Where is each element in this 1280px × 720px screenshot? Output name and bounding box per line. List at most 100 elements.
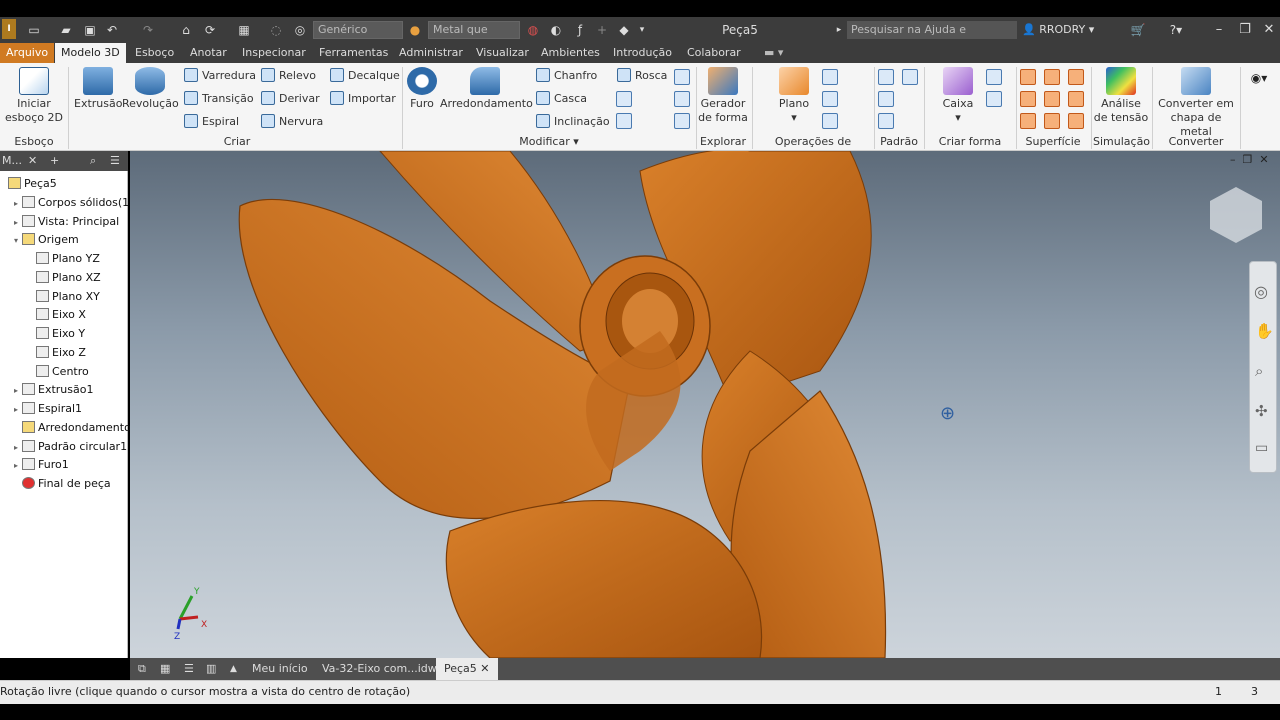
qat-chevron-down-icon[interactable]: ▾ xyxy=(636,20,648,40)
doc-tab-part[interactable]: Peça5 ✕ xyxy=(436,658,498,680)
clear-appearance-icon[interactable]: ◐ xyxy=(548,20,564,40)
tree-node[interactable]: Arredondamento1 xyxy=(0,419,138,437)
tab-modelo-3d[interactable]: Modelo 3D xyxy=(55,43,126,63)
doc-tab-close-icon[interactable]: ✕ xyxy=(480,662,489,675)
update-icon[interactable]: ⟳ xyxy=(202,20,218,40)
tree-node[interactable]: Plano XZ xyxy=(0,269,101,287)
help-search-input[interactable]: Pesquisar na Ajuda e comandos... xyxy=(847,21,1017,54)
freeform-convert-icon[interactable] xyxy=(986,91,1002,107)
redo-icon[interactable]: ↷ xyxy=(140,20,156,40)
decal-button[interactable]: Decalque xyxy=(330,67,400,85)
tree-node[interactable]: ▸ Furo1 xyxy=(0,456,69,474)
thicken-offset-icon[interactable] xyxy=(1020,69,1036,85)
replace-face-icon[interactable] xyxy=(1044,113,1060,129)
tab-colaborar[interactable]: Colaborar xyxy=(681,43,747,63)
sketch-pattern-icon[interactable] xyxy=(878,113,894,129)
tree-node[interactable]: Eixo Y xyxy=(0,325,85,343)
zoom-icon[interactable]: ⌕ xyxy=(1255,362,1263,380)
tree-node[interactable]: ▸ Extrusão1 xyxy=(0,381,93,399)
browser-close-icon[interactable]: ✕ xyxy=(28,151,37,171)
loft-button[interactable]: Transição xyxy=(184,90,254,108)
new-file-icon[interactable]: ▭ xyxy=(26,20,42,40)
ucs-icon[interactable] xyxy=(822,113,838,129)
repair-bodies-icon[interactable] xyxy=(1068,113,1084,129)
tab-arquivo[interactable]: Arquivo xyxy=(0,43,55,63)
plus-icon[interactable]: + xyxy=(594,20,610,40)
freeform-edit-icon[interactable] xyxy=(986,69,1002,85)
browser-menu-icon[interactable]: ☰ xyxy=(110,151,120,171)
plane-button[interactable]: Plano ▾ xyxy=(772,67,816,125)
stitch-icon[interactable] xyxy=(1044,69,1060,85)
start-2d-sketch-button[interactable]: Iniciar esboço 2D xyxy=(4,67,64,125)
expand-icon[interactable]: ▸ xyxy=(14,214,22,232)
tree-node[interactable]: ▸ Vista: Principal xyxy=(0,213,119,231)
shell-button[interactable]: Casca xyxy=(536,90,587,108)
circular-pattern-icon[interactable] xyxy=(878,91,894,107)
maximize-icon[interactable]: ❐ xyxy=(1234,20,1256,40)
expand-icon[interactable]: ▾ xyxy=(14,232,22,250)
tab-esboco[interactable]: Esboço xyxy=(129,43,180,63)
fillet-button[interactable]: Arredondamento xyxy=(440,67,533,111)
tile-horizontal-icon[interactable]: ⧉ xyxy=(130,658,154,680)
appearance-dropdown[interactable]: Genérico xyxy=(313,21,403,39)
expand-icon[interactable]: ▸ xyxy=(14,457,22,475)
box-button[interactable]: Caixa ▾ xyxy=(936,67,980,125)
tile-columns-icon[interactable]: ▥ xyxy=(198,658,224,680)
mirror-icon[interactable] xyxy=(902,69,918,85)
tree-node[interactable]: Eixo X xyxy=(0,306,86,324)
thicken-icon[interactable] xyxy=(616,113,632,129)
material-dropdown[interactable]: Metal que xyxy=(428,21,520,39)
expand-icon[interactable]: ▸ xyxy=(14,439,22,457)
tree-node[interactable]: ▸ Padrão circular1 xyxy=(0,438,127,456)
close-icon[interactable]: ✕ xyxy=(1258,20,1280,40)
minimize-icon[interactable]: – xyxy=(1208,20,1230,40)
tab-visualizar[interactable]: Visualizar xyxy=(470,43,535,63)
import-button[interactable]: Importar xyxy=(330,90,396,108)
look-at-icon[interactable]: ▭ xyxy=(1255,440,1268,456)
orbit-icon[interactable]: ✣ xyxy=(1255,402,1268,420)
viewport-window-controls[interactable]: – ❐ ✕ xyxy=(1230,153,1269,166)
tree-node[interactable]: Plano XY xyxy=(0,288,100,306)
graphics-viewport[interactable]: ◎ ✋ ⌕ ✣ ▭ ⊕ Y X Z – ❐ ✕ xyxy=(130,151,1280,658)
revolve-button[interactable]: Revolução xyxy=(122,67,179,111)
delete-face-icon[interactable] xyxy=(674,113,690,129)
browser-tab-model[interactable]: M... xyxy=(2,151,22,171)
pan-icon[interactable]: ✋ xyxy=(1255,322,1274,340)
tab-ferramentas[interactable]: Ferramentas xyxy=(313,43,394,63)
trim-icon[interactable] xyxy=(1044,91,1060,107)
sculpt-icon[interactable] xyxy=(1068,69,1084,85)
rect-pattern-icon[interactable] xyxy=(878,69,894,85)
home-icon[interactable]: ⌂ xyxy=(178,20,194,40)
undo-icon[interactable]: ↶ xyxy=(104,20,120,40)
derive-button[interactable]: Derivar xyxy=(261,90,320,108)
ruled-surface-icon[interactable] xyxy=(1020,113,1036,129)
measure-icon[interactable]: ◌ xyxy=(268,20,284,40)
search-arrow-icon[interactable]: ▸ xyxy=(834,20,844,40)
panel-modificar-label[interactable]: Modificar ▾ xyxy=(404,134,694,149)
draft-button[interactable]: Inclinação xyxy=(536,113,610,131)
hole-button[interactable]: Furo xyxy=(404,67,440,111)
thread-button[interactable]: Rosca xyxy=(617,67,667,85)
tab-anotar[interactable]: Anotar xyxy=(184,43,233,63)
tree-node[interactable]: ▾ Origem xyxy=(0,231,79,249)
parameters-icon[interactable]: ƒ xyxy=(572,20,588,40)
adjust-icon[interactable]: ◍ xyxy=(525,20,541,40)
move-face-icon[interactable] xyxy=(616,91,632,107)
tile-grid-icon[interactable]: ▦ xyxy=(152,658,178,680)
tree-node[interactable]: ▸ Corpos sólidos(1) xyxy=(0,194,133,212)
user-account[interactable]: 👤 RRODRY ▾ xyxy=(1022,21,1094,39)
cart-icon[interactable]: 🛒 xyxy=(1130,20,1146,40)
tab-introducao[interactable]: Introdução xyxy=(607,43,678,63)
extrude-button[interactable]: Extrusão xyxy=(74,67,122,111)
tree-node[interactable]: Eixo Z xyxy=(0,344,86,362)
work-point-icon[interactable] xyxy=(822,91,838,107)
sweep-button[interactable]: Varredura xyxy=(184,67,256,85)
browser-add-icon[interactable]: + xyxy=(50,151,59,171)
tab-administrar[interactable]: Administrar xyxy=(393,43,469,63)
steering-wheel-icon[interactable]: ◎ xyxy=(1254,282,1268,301)
tree-node[interactable]: ▸ Espiral1 xyxy=(0,400,82,418)
tree-node[interactable]: Final de peça xyxy=(0,475,111,493)
tree-node[interactable]: Plano YZ xyxy=(0,250,100,268)
extend-icon[interactable] xyxy=(1068,91,1084,107)
doc-tab-home[interactable]: Meu início xyxy=(244,658,316,680)
